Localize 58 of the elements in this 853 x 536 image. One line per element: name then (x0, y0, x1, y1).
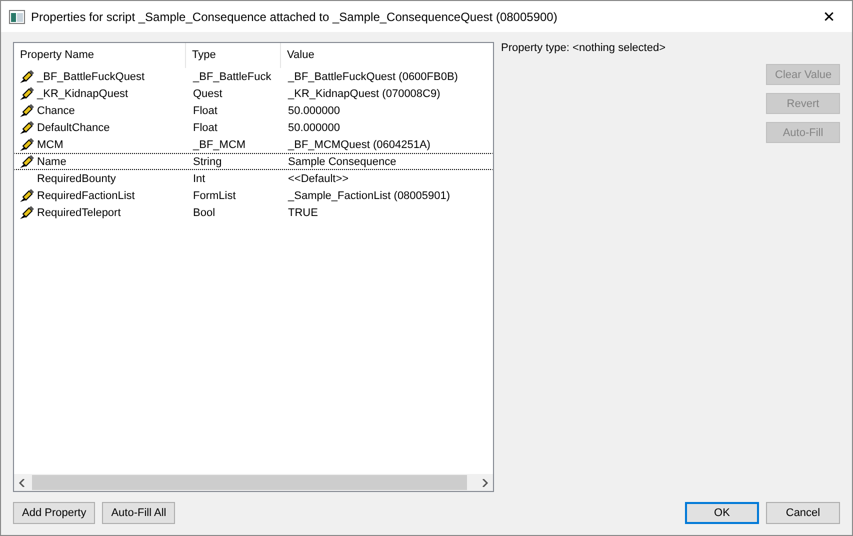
property-name: RequiredBounty (37, 172, 116, 184)
property-name: _BF_BattleFuckQuest (37, 70, 145, 82)
property-type: Bool (192, 206, 216, 218)
property-name: Name (37, 156, 66, 168)
window-title: Properties for script _Sample_Consequence attached to _Sample_ConsequenceQuest (08005900) (31, 10, 558, 24)
pencil-icon (19, 206, 35, 220)
property-type: Int (192, 172, 206, 184)
property-type: FormList (192, 190, 237, 202)
pencil-icon (19, 188, 35, 202)
property-type: String (192, 156, 223, 168)
pencil-icon (19, 154, 35, 168)
property-value: TRUE (287, 206, 319, 218)
app-icon (9, 10, 25, 24)
property-name: DefaultChance (37, 122, 110, 134)
table-row[interactable]: _KR_KidnapQuest Quest _KR_KidnapQuest (070008C9) (14, 85, 493, 102)
property-name: Chance (37, 104, 75, 116)
property-value: <<Default>> (287, 172, 350, 184)
dialog-button[interactable]: Cancel (766, 502, 840, 524)
pencil-icon (19, 120, 35, 134)
table-row[interactable]: RequiredBounty Int <<Default>> (14, 170, 493, 187)
property-type: Float (192, 104, 218, 116)
property-type: Float (192, 122, 218, 134)
property-type-label: Property type: <nothing selected> (501, 42, 666, 54)
property-value: Sample Consequence (287, 156, 398, 168)
property-type: Quest (192, 88, 224, 100)
pencil-icon (19, 86, 35, 100)
property-name: MCM (37, 138, 64, 150)
property-type: _BF_MCM (192, 138, 247, 150)
pencil-icon (19, 104, 35, 118)
table-row[interactable]: Chance Float 50.000000 (14, 102, 493, 119)
property-value: _Sample_FactionList (08005901) (286, 190, 452, 202)
table-row[interactable]: RequiredTeleport Bool TRUE (14, 204, 493, 221)
property-value: 50.000000 (287, 104, 341, 116)
pencil-icon (19, 70, 35, 84)
dialog-button[interactable]: OK (685, 502, 759, 524)
action-button[interactable]: Add Property (13, 502, 96, 524)
table-row[interactable]: RequiredFactionList FormList _Sample_FactionList (08005901) (14, 187, 493, 204)
horizontal-scrollbar[interactable] (14, 474, 493, 491)
scroll-left-icon[interactable] (18, 478, 26, 486)
table-row[interactable]: MCM _BF_MCM _BF_MCMQuest (0604251A) (14, 136, 493, 153)
table-row[interactable]: _BF_BattleFuckQuest _BF_BattleFuck _BF_BattleFuckQuest (0600FB0B) (14, 68, 493, 85)
close-button[interactable]: ✕ (806, 1, 852, 32)
property-value: 50.000000 (287, 122, 341, 134)
property-value: _KR_KidnapQuest (070008C9) (286, 88, 442, 100)
table-row[interactable]: DefaultChance Float 50.000000 (14, 119, 493, 136)
action-button[interactable]: Auto-Fill All (102, 502, 176, 524)
property-name: RequiredFactionList (37, 190, 135, 202)
column-header[interactable]: Property Name (14, 43, 186, 68)
property-name: _KR_KidnapQuest (37, 88, 128, 100)
focused-row[interactable]: Name String Sample Consequence (14, 153, 493, 170)
column-header[interactable]: Value (281, 43, 493, 68)
scroll-right-icon[interactable] (481, 478, 489, 486)
property-value: _BF_BattleFuckQuest (0600FB0B) (286, 70, 459, 82)
property-name: RequiredTeleport (37, 206, 121, 218)
pencil-icon (19, 138, 35, 152)
property-type: _BF_BattleFuck (192, 70, 272, 82)
property-value: _BF_MCMQuest (0604251A) (286, 138, 432, 150)
column-header[interactable]: Type (186, 43, 281, 68)
